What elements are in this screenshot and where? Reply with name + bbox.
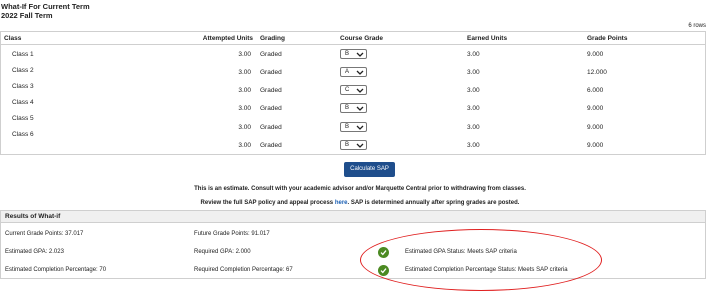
earned-units-cell: 3.00	[467, 124, 480, 131]
header-earned-units: Earned Units	[467, 35, 508, 42]
grading-cell: Graded	[260, 87, 282, 94]
sap-policy-link[interactable]: here	[335, 200, 348, 206]
calculate-sap-button[interactable]: Calculate SAP	[344, 162, 395, 177]
term-title: 2022 Fall Term	[1, 11, 53, 20]
required-completion: Required Completion Percentage: 67	[194, 267, 293, 273]
chevron-down-icon	[356, 70, 364, 75]
current-grade-points: Current Grade Points: 37.017	[5, 231, 84, 237]
grading-cell: Graded	[260, 124, 282, 131]
attempted-units-cell: 3.00	[238, 69, 251, 76]
estimated-gpa: Estimated GPA: 2.023	[5, 249, 64, 255]
attempted-units-cell: 3.00	[238, 124, 251, 131]
class-name: Class 6	[12, 131, 34, 138]
attempted-units-cell: 3.00	[238, 142, 251, 149]
course-grade-value: B	[345, 105, 350, 111]
header-divider	[1, 44, 705, 45]
sap-policy-notice: Review the full SAP policy and appeal pr…	[0, 200, 720, 206]
header-course-grade: Course Grade	[340, 35, 383, 42]
earned-units-cell: 3.00	[467, 142, 480, 149]
grade-points-cell: 9.000	[587, 105, 604, 112]
policy-text-after: . SAP is determined annually after sprin…	[347, 200, 520, 206]
earned-units-cell: 3.00	[467, 105, 480, 112]
course-grade-select[interactable]: B	[340, 103, 367, 113]
course-grade-value: A	[345, 69, 350, 75]
page-title: What-If For Current Term	[1, 2, 90, 11]
header-attempted-units: Attempted Units	[202, 35, 253, 42]
policy-text-before: Review the full SAP policy and appeal pr…	[200, 200, 335, 206]
annotation-ellipse	[360, 229, 602, 291]
estimate-notice: This is an estimate. Consult with your a…	[194, 186, 526, 192]
header-grade-points: Grade Points	[587, 35, 628, 42]
chevron-down-icon	[356, 52, 364, 57]
attempted-units-cell: 3.00	[238, 105, 251, 112]
grading-cell: Graded	[260, 51, 282, 58]
course-grade-value: B	[345, 142, 350, 148]
course-grade-select[interactable]: B	[340, 140, 367, 150]
class-name: Class 4	[12, 99, 34, 106]
future-grade-points: Future Grade Points: 91.017	[194, 231, 270, 237]
course-grade-value: B	[345, 51, 350, 57]
grading-cell: Graded	[260, 142, 282, 149]
course-grade-select[interactable]: C	[340, 85, 367, 95]
class-name: Class 1	[12, 51, 34, 58]
grade-points-cell: 9.000	[587, 51, 604, 58]
required-gpa: Required GPA: 2.000	[194, 249, 251, 255]
grading-cell: Graded	[260, 105, 282, 112]
grade-points-cell: 12.000	[587, 69, 607, 76]
estimated-completion: Estimated Completion Percentage: 70	[5, 267, 107, 273]
grade-points-cell: 9.000	[587, 124, 604, 131]
class-name: Class 3	[12, 83, 34, 90]
grading-cell: Graded	[260, 69, 282, 76]
class-name: Class 5	[12, 115, 34, 122]
course-grade-value: C	[345, 87, 350, 93]
course-grade-value: B	[345, 124, 350, 130]
chevron-down-icon	[356, 106, 364, 111]
chevron-down-icon	[356, 143, 364, 148]
earned-units-cell: 3.00	[467, 69, 480, 76]
rows-count: 6 rows	[688, 23, 706, 29]
earned-units-cell: 3.00	[467, 51, 480, 58]
course-grade-select[interactable]: A	[340, 67, 367, 77]
grade-points-cell: 6.000	[587, 87, 604, 94]
class-name: Class 2	[12, 67, 34, 74]
results-header	[1, 211, 705, 223]
header-class: Class	[4, 35, 22, 42]
course-grade-select[interactable]: B	[340, 49, 367, 59]
chevron-down-icon	[356, 88, 364, 93]
header-grading: Grading	[260, 35, 285, 42]
attempted-units-cell: 3.00	[238, 87, 251, 94]
earned-units-cell: 3.00	[467, 87, 480, 94]
attempted-units-cell: 3.00	[238, 51, 251, 58]
course-grade-select[interactable]: B	[340, 122, 367, 132]
chevron-down-icon	[356, 125, 364, 130]
results-title: Results of What-if	[5, 213, 61, 220]
grade-points-cell: 9.000	[587, 142, 604, 149]
